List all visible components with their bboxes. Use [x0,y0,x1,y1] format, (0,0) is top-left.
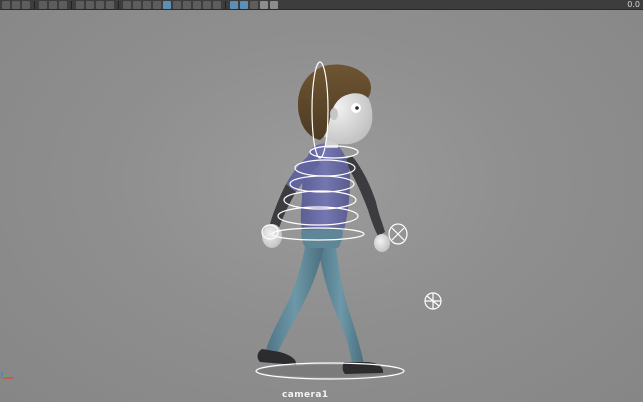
back-arm [344,156,385,236]
ear [330,108,338,120]
scene-canvas[interactable] [0,0,643,402]
front-leg [266,242,324,354]
eye-pupil [355,106,359,110]
back-hand [374,234,390,252]
front-hand [262,224,282,248]
camera-name-label: camera1 [282,390,329,400]
axis-gizmo-icon [1,372,13,379]
back-leg [318,246,364,364]
viewport-panel[interactable]: 0.0 camera1 [0,0,643,402]
back-hand-control-detail[interactable] [391,227,405,241]
